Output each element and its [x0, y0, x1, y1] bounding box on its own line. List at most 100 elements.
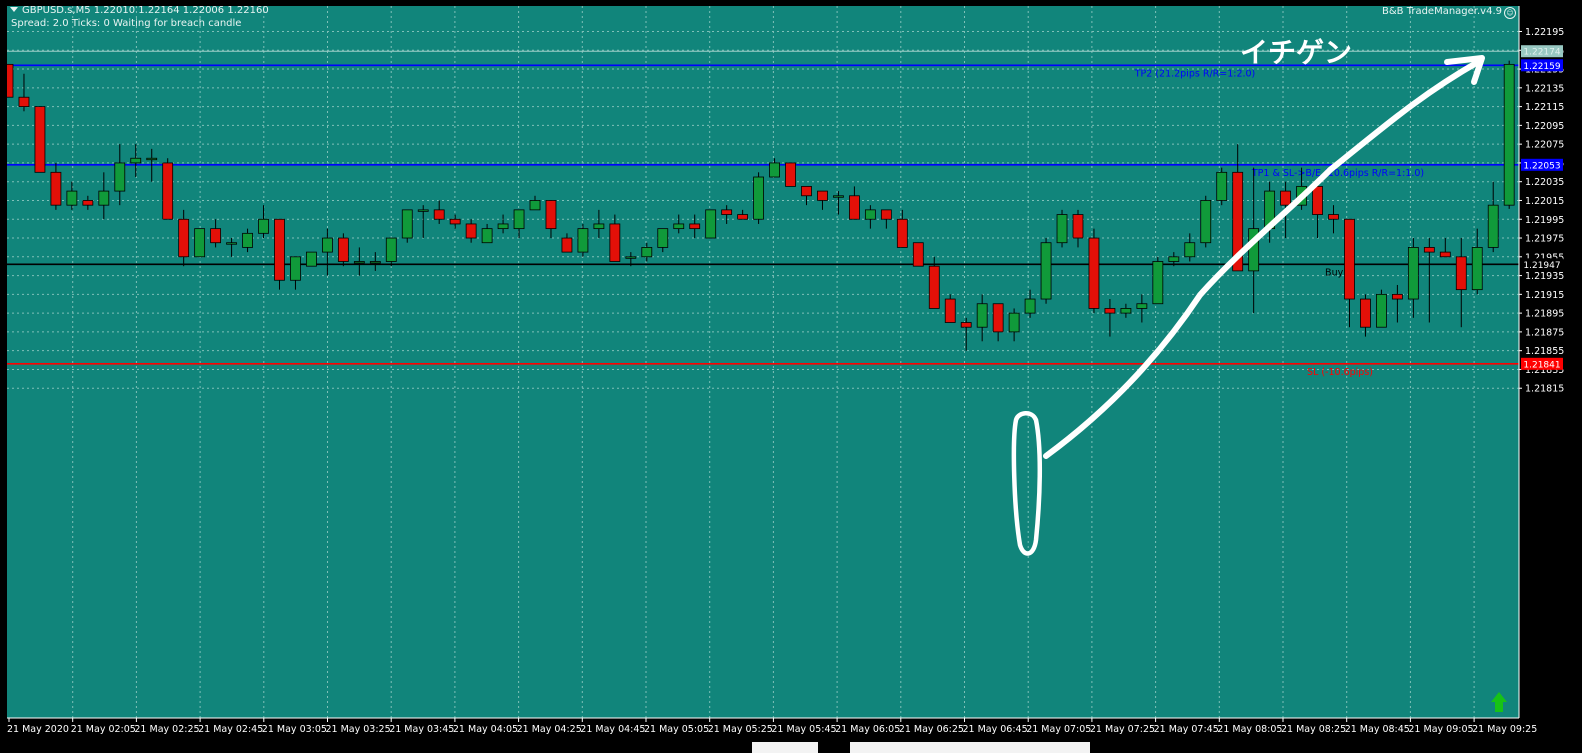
candle-body-bear	[721, 209, 733, 215]
scroll-thumb[interactable]	[752, 742, 818, 753]
x-tick-label: 21 May 03:25	[326, 724, 391, 735]
x-tick-label: 21 May 07:45	[1154, 724, 1219, 735]
y-tick-label: 1.22195	[1525, 27, 1564, 38]
x-tick-label: 21 May 07:25	[1090, 724, 1155, 735]
candle-body-bull	[1024, 298, 1036, 314]
price-chart[interactable]: TP2 (21.2pips R/R=1:2.0) TP1 & SL->B/E (1…	[0, 0, 1582, 753]
candle-body-bull	[130, 157, 142, 164]
x-tick-label: 21 May 07:05	[1026, 724, 1091, 735]
candle-body-bear	[433, 209, 445, 220]
candle-body-bull	[1376, 293, 1387, 328]
symbol-info[interactable]: GBPUSD.s,M5 1.22010 1.22164 1.22006 1.22…	[10, 4, 269, 17]
candle-body-bull	[1184, 242, 1196, 258]
x-tick-label: 21 May 08:05	[1217, 724, 1282, 735]
candle-body-bull	[242, 232, 253, 248]
y-tick-label: 1.21915	[1525, 290, 1564, 301]
candle-body-bull	[769, 162, 780, 178]
status-text: Spread: 2.0 Ticks: 0 Waiting for breach …	[11, 18, 242, 29]
x-tick-label: 21 May 08:25	[1281, 724, 1346, 735]
candle-body-bull	[1152, 261, 1164, 305]
candle-body-bear	[609, 223, 621, 262]
candle-body-bear	[1328, 214, 1339, 220]
hand-written-text: イチゲン	[1240, 36, 1352, 69]
x-tick-label: 21 May 08:45	[1345, 724, 1410, 735]
candle-body-bull	[1168, 256, 1180, 262]
candle-body-bull	[833, 195, 844, 198]
y-tick-label: 1.21855	[1525, 346, 1564, 357]
x-tick-label: 21 May 05:25	[708, 724, 773, 735]
y-tick-label: 1.22015	[1525, 196, 1564, 207]
candle-body-bull	[1136, 303, 1148, 309]
scroll-thumb-secondary[interactable]	[850, 742, 1090, 753]
x-tick-label: 21 May 04:25	[517, 724, 582, 735]
candle-body-bull	[1407, 247, 1419, 300]
candle-body-bull	[577, 228, 589, 253]
y-tick-label: 1.21895	[1525, 309, 1564, 320]
y-tick-label: 1.21875	[1525, 327, 1564, 338]
candle	[1040, 238, 1052, 304]
level-label-tp1: TP1 & SL->B/E (10.6pips R/R=1:1.0)	[1251, 168, 1424, 179]
candle-body-bull	[1040, 242, 1052, 300]
symbol-ohlc-text: GBPUSD.s,M5 1.22010 1.22164 1.22006 1.22…	[22, 5, 269, 16]
x-tick-label: 21 May 04:05	[453, 724, 518, 735]
candle-body-bull	[593, 223, 605, 230]
candle-body-bear	[880, 209, 892, 220]
plot-area[interactable]	[7, 6, 1519, 718]
y-tick-label: 1.21975	[1525, 234, 1564, 245]
x-tick-label: 21 May 06:05	[835, 724, 900, 735]
candle-body-bear	[1391, 293, 1403, 300]
candle-body-bull	[401, 209, 413, 239]
candle-body-bear	[465, 223, 477, 239]
candle-body-bear	[1439, 251, 1451, 258]
x-tick-label: 21 May 04:45	[580, 724, 645, 735]
x-tick-label: 21 May 05:45	[771, 724, 836, 735]
level-label-tp2: TP2 (21.2pips R/R=1:2.0)	[1134, 68, 1256, 79]
candle-body-bear	[960, 322, 972, 328]
y-tick-label: 1.22035	[1525, 177, 1564, 188]
x-tick-label: 21 May 05:05	[644, 724, 709, 735]
candle-body-bull	[673, 223, 685, 230]
collapse-triangle-icon[interactable]	[10, 7, 18, 12]
candle-body-bull	[753, 176, 764, 220]
candle-body-bull	[369, 261, 381, 264]
candle	[34, 106, 46, 173]
candle-body-bull	[625, 256, 637, 259]
candle-body-bear	[849, 195, 860, 220]
candle	[274, 218, 285, 290]
candle	[401, 209, 413, 243]
x-tick-label: 21 May 03:05	[262, 724, 327, 735]
candle-body-bear	[992, 303, 1004, 333]
candle-body-bear	[1088, 237, 1100, 309]
candle-body-bull	[114, 162, 126, 192]
trading-chart[interactable]: TP2 (21.2pips R/R=1:2.0) TP1 & SL->B/E (1…	[0, 0, 1582, 753]
candle	[1152, 256, 1164, 305]
candle-body-bull	[641, 247, 653, 258]
x-tick-label: 21 May 09:05	[1408, 724, 1473, 735]
candle-body-bull	[290, 256, 301, 281]
candle-body-bear	[1312, 185, 1323, 215]
candle-body-bear	[1423, 247, 1435, 253]
price-axis[interactable]: 1.221951.221751.221551.221351.221151.220…	[1518, 0, 1582, 753]
x-tick-label: 21 May 2020	[7, 724, 69, 735]
y-tick-label: 1.21815	[1525, 384, 1564, 395]
candle	[577, 223, 589, 257]
x-tick-label: 21 May 03:45	[389, 724, 454, 735]
candle-body-bear	[1280, 190, 1291, 206]
candle-body-bear	[1344, 218, 1355, 300]
candle-body-bear	[1360, 298, 1371, 328]
candle-body-bull	[1216, 171, 1228, 201]
candle	[1056, 209, 1068, 248]
y-tick-label: 1.22095	[1525, 121, 1564, 132]
x-tick-label: 21 May 06:25	[899, 724, 964, 735]
candle	[705, 209, 717, 239]
candle	[1216, 167, 1228, 206]
candle-body-bull	[66, 190, 78, 206]
candle-body-bull	[1056, 214, 1068, 244]
x-tick-label: 21 May 02:05	[71, 724, 136, 735]
candle-body-bear	[82, 200, 94, 206]
x-tick-label: 21 May 02:25	[134, 724, 199, 735]
candle-body-bear	[1072, 214, 1084, 239]
candle-body-bull	[1503, 63, 1515, 206]
candle-body-bear	[912, 242, 924, 267]
candle-body-bull	[306, 251, 317, 267]
